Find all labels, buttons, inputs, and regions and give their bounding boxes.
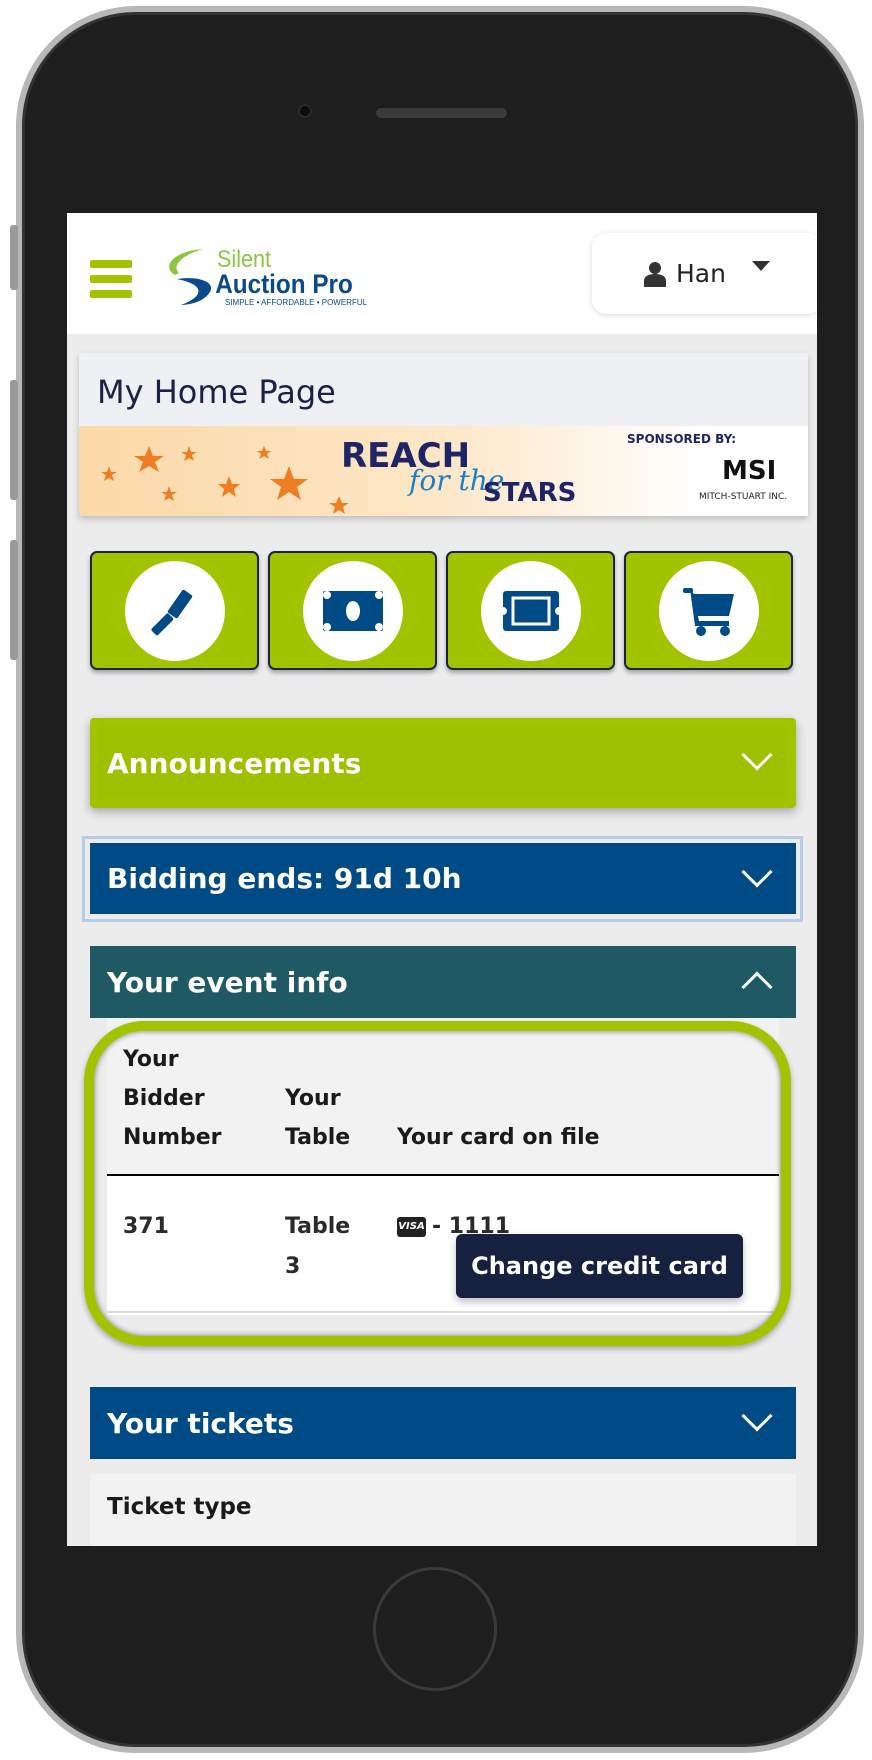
bidding-ends-label: Bidding ends: 91d 10h — [107, 862, 462, 895]
banner-tail: STARS — [483, 478, 577, 508]
svg-text:Auction Pro: Auction Pro — [215, 270, 353, 299]
bidding-ends-accordion[interactable]: Bidding ends: 91d 10h — [90, 843, 796, 914]
gavel-icon — [151, 589, 192, 635]
chevron-down-icon — [741, 1400, 773, 1432]
ticket-type-header: Ticket type — [90, 1474, 796, 1546]
event-info-accordion[interactable]: Your event info — [90, 946, 796, 1018]
bidding-tile[interactable] — [90, 551, 259, 670]
cart-icon — [682, 587, 734, 636]
tickets-tile[interactable] — [446, 551, 615, 670]
user-icon — [644, 261, 666, 287]
announcements-label: Announcements — [107, 746, 362, 780]
user-name: Han — [676, 259, 726, 288]
caret-down-icon — [752, 261, 770, 271]
chevron-up-icon — [741, 971, 773, 1003]
front-camera — [298, 104, 312, 118]
change-credit-card-button[interactable]: Change credit card — [456, 1234, 743, 1298]
silent-auction-pro-logo[interactable]: Silent Auction Pro SIMPLE • AFFORDABLE •… — [163, 245, 373, 307]
sponsor-label: SPONSORED BY: — [627, 432, 737, 446]
svg-text:SIMPLE • AFFORDABLE • POWERFUL: SIMPLE • AFFORDABLE • POWERFUL — [225, 298, 368, 307]
announcements-accordion[interactable]: Announcements — [90, 718, 796, 808]
money-icon — [322, 590, 383, 631]
event-banner: REACH for the STARS SPONSORED BY: MSI MI… — [79, 426, 808, 516]
tickets-accordion[interactable]: Your tickets — [90, 1387, 796, 1459]
home-card: My Home Page REACH for the STARS SPONSOR… — [79, 353, 808, 516]
page-title: My Home Page — [79, 353, 808, 426]
quick-actions — [90, 551, 793, 670]
chevron-down-icon — [741, 856, 773, 888]
home-button[interactable] — [373, 1567, 497, 1691]
speaker-grille — [376, 108, 507, 118]
sponsor-name: MITCH-STUART INC. — [699, 492, 788, 502]
screen: Silent Auction Pro SIMPLE • AFFORDABLE •… — [67, 213, 817, 1546]
event-info-label: Your event info — [107, 965, 348, 999]
svg-text:Silent: Silent — [217, 245, 272, 272]
hamburger-menu-icon[interactable] — [90, 260, 132, 298]
sponsor-logo: MSI — [722, 456, 777, 486]
volume-down-button — [10, 540, 18, 660]
donate-tile[interactable] — [268, 551, 437, 670]
app-header: Silent Auction Pro SIMPLE • AFFORDABLE •… — [67, 213, 817, 334]
volume-up-button — [10, 380, 18, 500]
cart-tile[interactable] — [624, 551, 793, 670]
mute-switch — [10, 225, 18, 290]
tickets-label: Your tickets — [107, 1406, 294, 1440]
user-menu-button[interactable]: Han — [592, 233, 817, 314]
ticket-icon — [502, 590, 559, 631]
